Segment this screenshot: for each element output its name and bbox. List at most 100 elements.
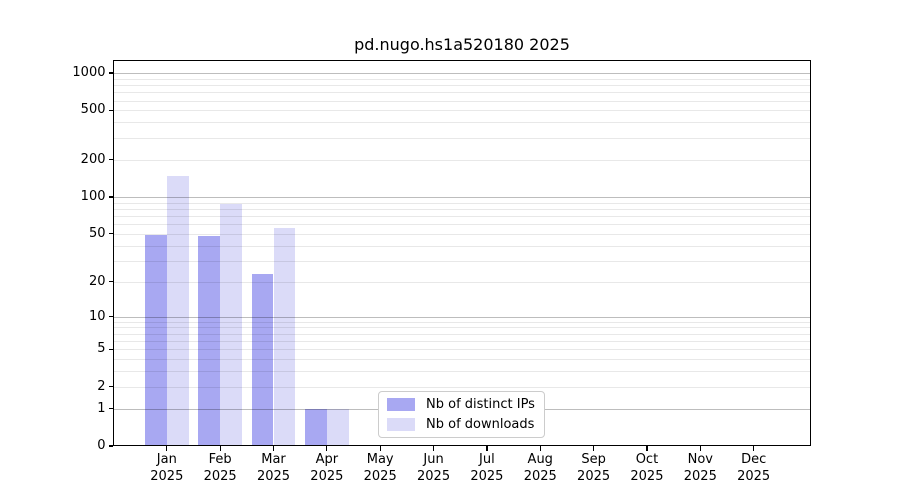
y-tick-mark — [109, 72, 114, 73]
gridline-minor — [113, 85, 811, 86]
x-tick-mark — [486, 446, 487, 451]
y-tick-label: 100 — [50, 189, 106, 205]
figure: pd.nugo.hs1a520180 2025 0 1 2 5 10 20 50 100 200… — [0, 0, 900, 500]
chart-title: pd.nugo.hs1a520180 2025 — [113, 36, 811, 54]
x-tick-label-line: 2025 — [619, 468, 675, 485]
x-tick-label-line: Oct — [619, 451, 675, 468]
x-tick-mark — [273, 446, 274, 451]
y-tick-mark — [109, 233, 114, 234]
x-tick-mark — [700, 446, 701, 451]
x-tick-label-oct: Oct2025 — [619, 451, 675, 485]
y-tick-mark — [109, 349, 114, 350]
y-tick-label: 500 — [50, 102, 106, 118]
x-tick-label-line: Aug — [512, 451, 568, 468]
legend: Nb of distinct IPs Nb of downloads — [378, 391, 545, 438]
x-tick-mark — [166, 446, 167, 451]
y-tick-mark — [109, 196, 114, 197]
gridline-minor — [113, 359, 811, 360]
x-tick-label-line: Feb — [192, 451, 248, 468]
x-tick-label-line: 2025 — [246, 468, 302, 485]
gridline-minor — [113, 224, 811, 225]
bar-downloads — [220, 204, 242, 446]
x-tick-label-line: 2025 — [139, 468, 195, 485]
y-tick-mark — [109, 408, 114, 409]
x-tick-label-line: Dec — [726, 451, 782, 468]
x-tick-mark — [540, 446, 541, 451]
y-tick-label: 50 — [50, 226, 106, 242]
x-tick-label-mar: Mar2025 — [246, 451, 302, 485]
gridline-minor — [113, 138, 811, 139]
y-tick-mark — [109, 159, 114, 160]
gridline-minor — [113, 334, 811, 335]
y-tick-mark — [109, 316, 114, 317]
bar-distinct-ips — [252, 274, 274, 446]
x-tick-label-line: Sep — [566, 451, 622, 468]
x-tick-label-line: 2025 — [726, 468, 782, 485]
x-tick-mark — [646, 446, 647, 451]
x-tick-label-apr: Apr2025 — [299, 451, 355, 485]
x-tick-mark — [753, 446, 754, 451]
x-tick-label-line: Apr — [299, 451, 355, 468]
y-tick-label: 0 — [50, 438, 106, 454]
gridline-minor — [113, 209, 811, 210]
x-tick-label-line: 2025 — [352, 468, 408, 485]
gridline-minor — [113, 160, 811, 161]
x-tick-label-line: 2025 — [299, 468, 355, 485]
x-tick-label-line: 2025 — [672, 468, 728, 485]
y-tick-label: 5 — [50, 341, 106, 357]
x-tick-label-jan: Jan2025 — [139, 451, 195, 485]
x-tick-label-line: Jul — [459, 451, 515, 468]
x-tick-label-dec: Dec2025 — [726, 451, 782, 485]
x-tick-label-sep: Sep2025 — [566, 451, 622, 485]
gridline-minor — [113, 234, 811, 235]
gridline-minor — [113, 387, 811, 388]
x-tick-label-line: Jan — [139, 451, 195, 468]
gridline-minor — [113, 79, 811, 80]
gridline-minor — [113, 327, 811, 328]
y-tick-mark — [109, 386, 114, 387]
bar-downloads — [327, 409, 349, 446]
legend-row-distinct-ips: Nb of distinct IPs — [387, 397, 544, 412]
x-tick-mark — [380, 446, 381, 451]
gridline-minor — [113, 246, 811, 247]
x-tick-label-line: Mar — [246, 451, 302, 468]
gridline-minor — [113, 203, 811, 204]
x-tick-mark — [433, 446, 434, 451]
y-tick-label: 20 — [50, 274, 106, 290]
legend-label-distinct-ips: Nb of distinct IPs — [426, 397, 535, 412]
gridline-minor — [113, 110, 811, 111]
gridline-major — [113, 317, 811, 318]
x-tick-mark — [593, 446, 594, 451]
y-tick-label: 10 — [50, 309, 106, 325]
x-tick-label-line: 2025 — [192, 468, 248, 485]
gridline-minor — [113, 349, 811, 350]
y-tick-label: 1000 — [50, 65, 106, 81]
gridline-minor — [113, 322, 811, 323]
gridline-minor — [113, 122, 811, 123]
gridline-minor — [113, 371, 811, 372]
y-tick-mark — [109, 445, 114, 446]
y-tick-label: 2 — [50, 379, 106, 395]
legend-row-downloads: Nb of downloads — [387, 417, 544, 432]
y-tick-label: 1 — [50, 401, 106, 417]
x-tick-mark — [220, 446, 221, 451]
x-tick-label-line: May — [352, 451, 408, 468]
gridline-minor — [113, 216, 811, 217]
gridline-minor — [113, 92, 811, 93]
x-tick-mark — [326, 446, 327, 451]
gridline-minor — [113, 341, 811, 342]
x-tick-label-line: 2025 — [459, 468, 515, 485]
x-tick-label-line: Nov — [672, 451, 728, 468]
x-tick-label-jun: Jun2025 — [406, 451, 462, 485]
x-tick-label-nov: Nov2025 — [672, 451, 728, 485]
gridline-minor — [113, 261, 811, 262]
legend-label-downloads: Nb of downloads — [426, 417, 534, 432]
x-tick-label-aug: Aug2025 — [512, 451, 568, 485]
y-tick-label: 200 — [50, 152, 106, 168]
gridline-major — [113, 73, 811, 74]
gridline-minor — [113, 282, 811, 283]
gridline-major — [113, 197, 811, 198]
x-tick-label-line: Jun — [406, 451, 462, 468]
bar-distinct-ips — [305, 409, 327, 446]
y-tick-mark — [109, 110, 114, 111]
